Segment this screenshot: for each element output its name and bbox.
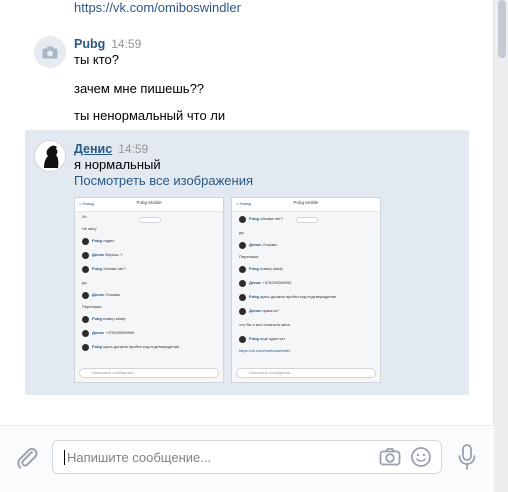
thumb-row: Денис Бериш..? [82,252,122,259]
microphone-icon[interactable] [456,443,478,471]
message-text: зачем мне пишешь?? [74,81,205,96]
message-time[interactable]: 14:59 [118,142,148,156]
thumb-row: Не могу [82,226,97,231]
thumb-row: Денис +375290289993 [239,280,291,287]
thumb-row: Pubg щась должна пройти код подтверждени… [239,294,336,301]
denis-avatar[interactable] [34,140,66,172]
thumb-row: Pubg обнова нет? [82,266,126,273]
camera-icon[interactable] [379,447,401,467]
author-name[interactable]: Денис [74,142,112,156]
scrollbar[interactable] [494,0,508,492]
thumb-row: https://vk.com/omiboswindler [239,348,291,353]
thumb-date-pill [139,217,161,223]
thumb-title: Pubg Mobile [293,200,319,205]
pubg-avatar[interactable] [34,36,66,68]
thumb-row: да [82,280,87,285]
author-name[interactable]: Pubg [74,37,105,51]
message-text: я нормальный [74,157,161,172]
view-all-images-link[interactable]: Посмотреть все изображения [74,173,253,188]
thumb-row: да [239,230,244,235]
message-text: ты кто? [74,52,120,67]
message-composer: Напишите сообщение... [0,425,494,492]
text-caret [64,450,65,465]
thumb-row: Pubg обнова нет? [239,216,283,223]
thumb-row: Pubg ещё один чат [239,336,285,343]
thumb-row: Pubg номер кина) [82,316,126,323]
thumb-input: Напишите сообщение... [79,368,219,378]
message-author[interactable]: Денис 14:59 [74,142,148,156]
thumb-row: Денис +375290289993 [82,330,134,337]
thumb-row: Pubg ладно [82,238,114,245]
thumb-header: < Назад Pubg Mobile [232,198,380,212]
thumb-header: < Назад Pubg Mobile [75,198,223,212]
message-input[interactable]: Напишите сообщение... [52,440,442,474]
message-link[interactable]: https://vk.com/omiboswindler [74,0,241,15]
thumb-row: Pubg номер кина) [239,266,283,273]
chat-history: https://vk.com/omiboswindler Pubg 14:59 т… [0,0,494,492]
thumb-input: Напишите сообщение... [236,368,376,378]
message-text: ты ненормальный что ли [74,108,226,123]
thumb-date-pill [296,217,318,223]
thumb-row: Денис пришло? [239,308,279,315]
thumb-row: Перепиши [82,304,102,309]
thumb-row: Перепиши [239,254,259,259]
paperclip-icon[interactable] [14,445,40,471]
message-time[interactable]: 14:59 [111,37,141,51]
image-attachment-1[interactable]: < Назад Pubg Mobile Хз Не могу Pubg ладн… [74,197,224,383]
thumb-title: Pubg Mobile [136,200,162,205]
message-placeholder: Напишите сообщение... [67,450,212,465]
image-attachment-2[interactable]: < Назад Pubg Mobile Pubg обнова нет? да … [231,197,381,383]
scrollbar-thumb[interactable] [498,0,506,58]
smile-icon[interactable] [410,446,432,468]
thumb-row: Денис Отзывы [239,242,277,249]
thumb-row: Денис Отзывы [82,292,120,299]
thumb-row: Pubg щась должна пройти код подтверждени… [82,344,179,351]
thumb-row: что бы я мог оплатить кина [239,322,290,327]
camera-placeholder-icon [42,46,58,58]
message-author[interactable]: Pubg 14:59 [74,37,141,51]
thumb-row: Хз [82,214,87,219]
